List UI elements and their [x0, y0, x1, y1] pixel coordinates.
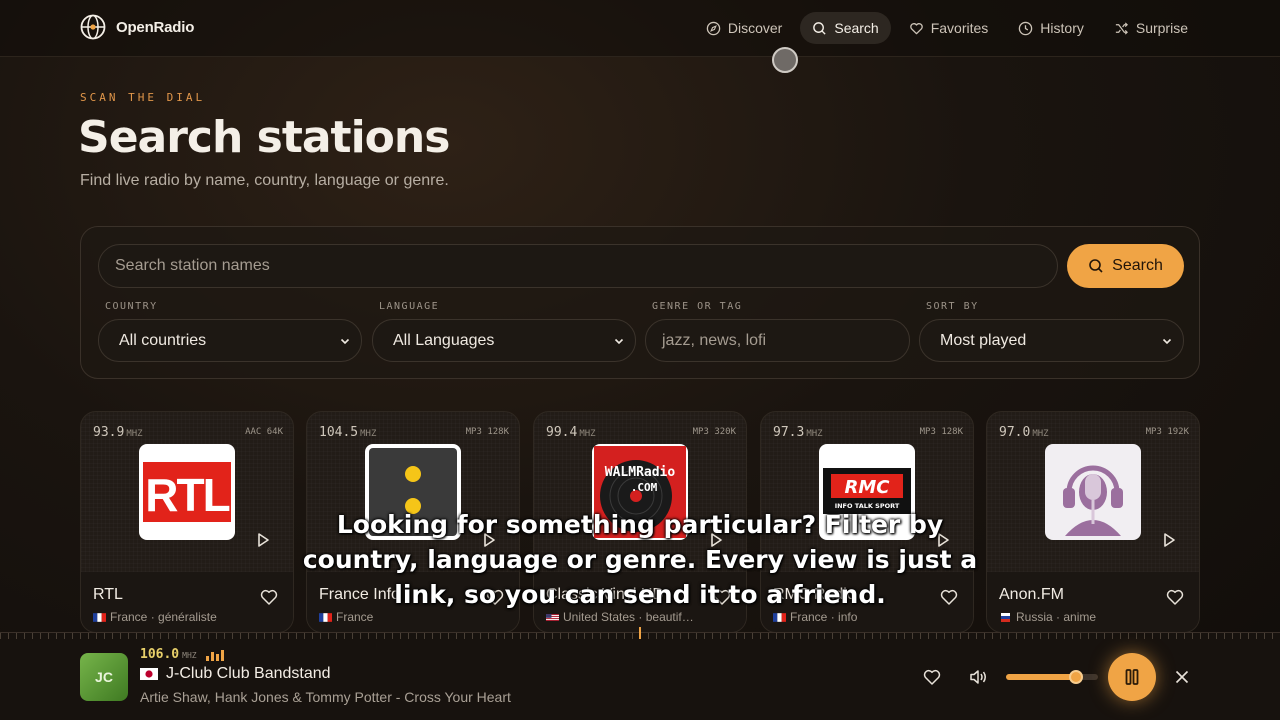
- equalizer-icon: [206, 650, 224, 661]
- country-value: All countries: [119, 331, 207, 349]
- now-playing-bar: JC 106.0 MHZ J-Club Club Bandstand Artie …: [0, 627, 1280, 720]
- nav-favorites[interactable]: Favorites: [897, 12, 1001, 44]
- station-card[interactable]: 97.0 MHZ MP3 192K Anon.FM Russia · anime: [986, 411, 1200, 633]
- svg-text:RTL: RTL: [145, 469, 229, 521]
- search-icon: [813, 21, 826, 35]
- search-button[interactable]: Search: [1067, 244, 1184, 288]
- play-icon[interactable]: [1159, 530, 1179, 550]
- globe-logo-icon: [80, 14, 106, 40]
- brand[interactable]: OpenRadio: [80, 14, 194, 40]
- volume-handle[interactable]: [1068, 670, 1083, 684]
- flag-japan-icon: [140, 668, 158, 680]
- close-icon[interactable]: [1173, 668, 1191, 686]
- mouse-cursor-indicator: [772, 47, 798, 73]
- chevron-down-icon: [614, 338, 624, 345]
- flag-france-icon: [773, 613, 786, 622]
- sort-label: SORT BY: [926, 301, 979, 312]
- page-subtitle: Find live radio by name, country, langua…: [80, 172, 449, 189]
- flag-france-icon: [319, 613, 332, 622]
- station-name: Anon.FM: [999, 586, 1064, 603]
- flag-usa-icon: [546, 614, 559, 621]
- volume-icon[interactable]: [968, 667, 988, 687]
- chevron-down-icon: [1162, 338, 1172, 345]
- station-logo: RTL: [139, 444, 235, 540]
- anon-fm-logo: [1063, 465, 1123, 536]
- country-label: COUNTRY: [105, 301, 158, 312]
- station-frequency: 97.3 MHZ: [773, 425, 823, 440]
- nav-history[interactable]: History: [1006, 12, 1096, 44]
- search-icon: [1089, 259, 1103, 273]
- nav-surprise[interactable]: Surprise: [1102, 12, 1200, 44]
- now-playing-title: J-Club Club Bandstand: [140, 665, 331, 683]
- sort-select[interactable]: Most played: [919, 319, 1184, 362]
- heart-icon[interactable]: [922, 667, 942, 687]
- play-icon[interactable]: [253, 530, 273, 550]
- language-label: LANGUAGE: [379, 301, 440, 312]
- top-bar: OpenRadio Discover Search Favorites Hist…: [0, 0, 1280, 57]
- now-playing-artwork: JC: [80, 653, 128, 701]
- svg-text:WALMRadio: WALMRadio: [605, 465, 676, 480]
- station-codec: MP3 128K: [465, 427, 509, 437]
- genre-placeholder: jazz, news, lofi: [662, 331, 767, 349]
- station-logo: [1045, 444, 1141, 540]
- language-select[interactable]: All Languages: [372, 319, 636, 362]
- station-name: RTL: [93, 586, 123, 603]
- pause-button[interactable]: [1108, 653, 1156, 701]
- station-frequency: 104.5 MHZ: [319, 425, 377, 440]
- nav-search[interactable]: Search: [800, 12, 891, 44]
- volume-slider[interactable]: [1006, 670, 1098, 684]
- station-meta: France · info: [773, 610, 923, 624]
- station-meta: Russia · anime: [999, 610, 1149, 624]
- search-panel: Search COUNTRY All countries LANGUAGE Al…: [80, 226, 1200, 379]
- nav-discover[interactable]: Discover: [694, 12, 794, 44]
- flag-france-icon: [93, 613, 106, 622]
- language-value: All Languages: [393, 331, 495, 349]
- station-frequency: 93.9 MHZ: [93, 425, 143, 440]
- station-codec: MP3 128K: [919, 427, 963, 437]
- nav-label: Surprise: [1135, 20, 1188, 36]
- shuffle-icon: [1115, 21, 1128, 35]
- station-codec: MP3 320K: [692, 427, 736, 437]
- heart-icon[interactable]: [1165, 587, 1185, 607]
- svg-text:RMC: RMC: [845, 477, 891, 498]
- compass-icon: [706, 21, 721, 35]
- chevron-down-icon: [340, 338, 350, 345]
- nav-label: Discover: [727, 20, 783, 36]
- rtl-logo: RTL: [143, 462, 232, 522]
- svg-text:.COM: .COM: [631, 481, 658, 494]
- eyebrow-label: SCAN THE DIAL: [80, 91, 206, 104]
- station-codec: MP3 192K: [1145, 427, 1189, 437]
- station-frequency: 99.4 MHZ: [546, 425, 596, 440]
- nav-label: History: [1040, 20, 1084, 36]
- heart-icon[interactable]: [259, 587, 279, 607]
- station-codec: AAC 64K: [245, 427, 283, 437]
- country-select[interactable]: All countries: [98, 319, 362, 362]
- search-button-label: Search: [1112, 257, 1163, 274]
- genre-label: GENRE OR TAG: [652, 301, 743, 312]
- search-input[interactable]: [98, 244, 1058, 288]
- tutorial-caption: Looking for something particular? Filter…: [302, 510, 978, 609]
- station-meta: France: [319, 610, 469, 624]
- main-nav: Discover Search Favorites History Surpri…: [694, 12, 1200, 44]
- pause-icon: [1125, 669, 1139, 685]
- station-frequency: 97.0 MHZ: [999, 425, 1049, 440]
- station-card[interactable]: 93.9 MHZ AAC 64K RTL RTL France · général…: [80, 411, 294, 633]
- sort-value: Most played: [940, 331, 1027, 349]
- now-playing-track: Artie Shaw, Hank Jones & Tommy Potter - …: [140, 689, 511, 705]
- dial-marker: [639, 627, 641, 639]
- genre-input[interactable]: jazz, news, lofi: [645, 319, 910, 362]
- heart-icon: [909, 22, 923, 34]
- brand-name: OpenRadio: [116, 18, 195, 36]
- station-meta: United States · beautif…: [546, 610, 696, 624]
- station-meta: France · généraliste: [93, 610, 243, 624]
- nav-label: Favorites: [930, 20, 989, 36]
- now-playing-frequency: 106.0 MHZ: [140, 647, 197, 662]
- flag-russia-icon: [1001, 613, 1010, 622]
- nav-label: Search: [834, 20, 879, 36]
- volume-fill: [1006, 674, 1076, 680]
- page-title: Search stations: [78, 112, 450, 163]
- clock-icon: [1019, 21, 1033, 35]
